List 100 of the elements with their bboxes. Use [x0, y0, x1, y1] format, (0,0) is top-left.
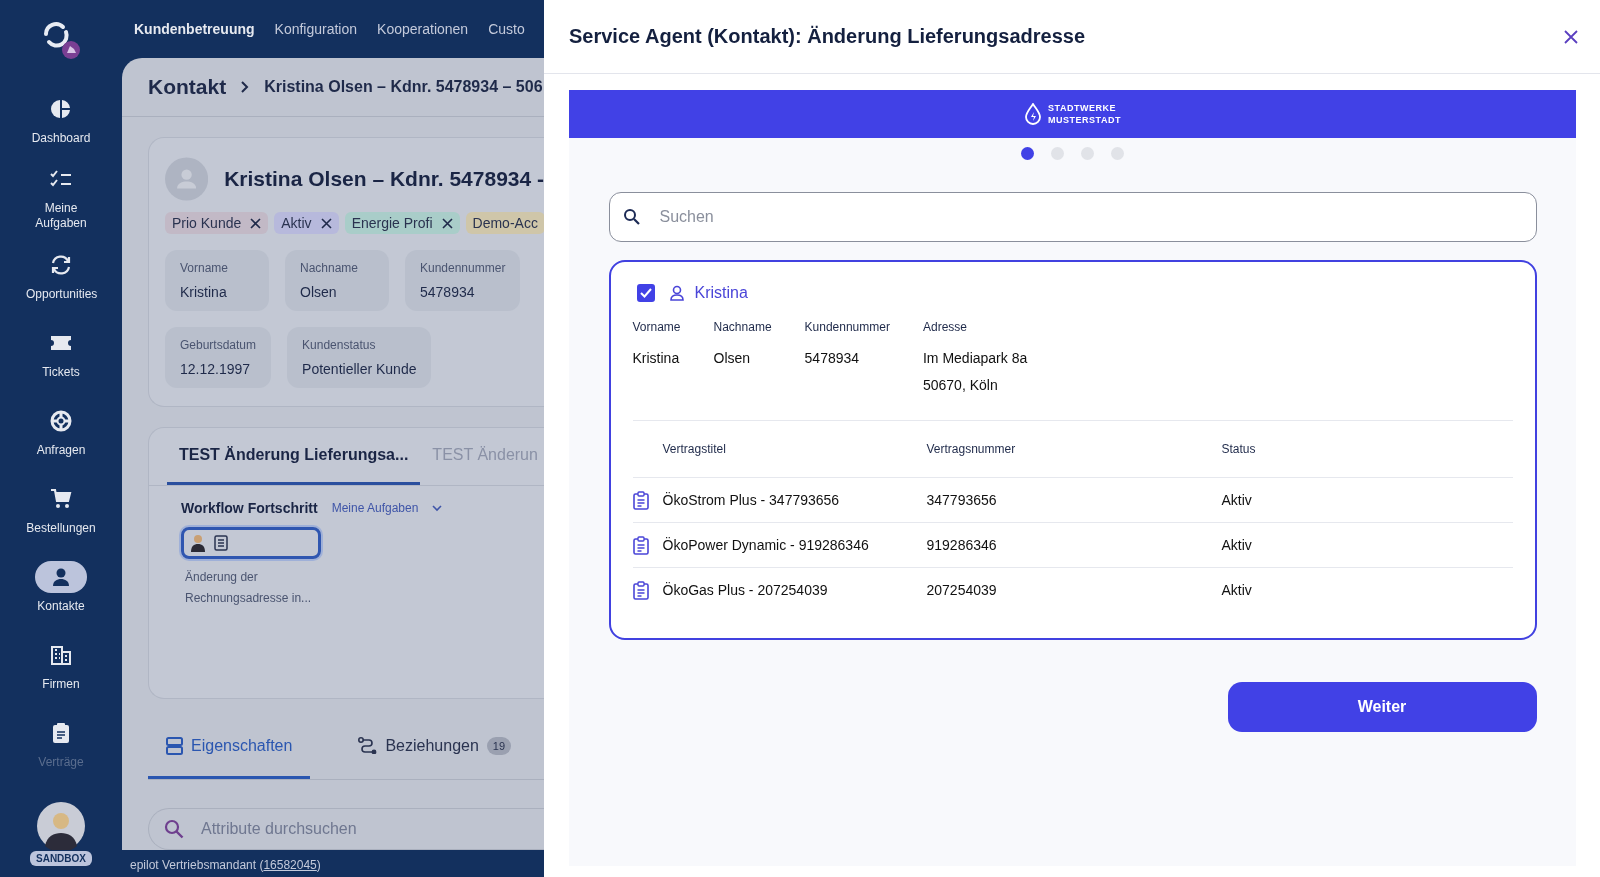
- next-button[interactable]: Weiter: [1227, 682, 1537, 732]
- tenant-id-link[interactable]: 16582045: [263, 858, 317, 872]
- attribute-field[interactable]: Nachname Olsen: [285, 250, 389, 311]
- table-cell-text: 207254039: [926, 582, 998, 598]
- brand-name: STADTWERKE MUSTERSTADT: [1048, 102, 1121, 126]
- close-icon[interactable]: [441, 217, 453, 229]
- step-description: Änderung der Rechnungsadresse in...: [185, 569, 313, 607]
- avatar[interactable]: [37, 802, 85, 850]
- field-value: Im Mediapark 8a: [922, 350, 1028, 368]
- close-icon[interactable]: [320, 217, 332, 229]
- relation-icon: [358, 737, 378, 754]
- detail-tab[interactable]: Beziehungen 19: [340, 715, 530, 779]
- filter-dropdown[interactable]: Meine Aufgaben: [331, 501, 443, 515]
- pie-chart-icon: [51, 98, 71, 119]
- field-label: Kundenstatus: [302, 338, 377, 352]
- table-cell-text: ÖkoGas Plus - 207254039: [662, 582, 829, 598]
- nav-tab[interactable]: Konfiguration: [274, 21, 358, 37]
- sidebar-item[interactable]: Bestellungen: [11, 470, 111, 548]
- breadcrumb-current: Kristina Olsen – Kdnr. 5478934 – 506: [264, 78, 543, 96]
- attribute-search-field[interactable]: Attribute durchsuchen: [148, 808, 544, 850]
- chevron-icon: [240, 81, 251, 93]
- tag-label: Demo-Acc: [472, 215, 538, 231]
- clipboard-icon: [632, 490, 649, 510]
- attribute-field[interactable]: Vorname Kristina: [165, 250, 269, 311]
- list-icon: [166, 736, 183, 755]
- field-label: Nachname: [713, 320, 772, 336]
- drop-bolt-icon: [1024, 103, 1043, 125]
- table-cell-text: Aktiv: [1221, 582, 1253, 598]
- attribute-field[interactable]: Kundennummer 5478934: [405, 250, 521, 311]
- sandbox-badge: SANDBOX: [30, 851, 92, 866]
- column-header: Vertragsnummer: [926, 442, 1017, 456]
- caret-icon: [432, 504, 443, 512]
- nav-tab[interactable]: Kooperationen: [377, 21, 469, 37]
- sidebar-item[interactable]: Meine Aufgaben: [11, 158, 111, 236]
- field-value: 5478934: [804, 350, 861, 368]
- contact-result-card[interactable]: [608, 260, 1537, 640]
- count-badge: 19: [486, 736, 512, 755]
- column-header: Status: [1221, 442, 1257, 456]
- avatar-placeholder-icon: [165, 154, 209, 204]
- search-icon: [622, 208, 641, 226]
- sidebar-item[interactable]: Tickets: [11, 314, 111, 392]
- tag-label: Aktiv: [281, 215, 312, 231]
- attribute-field[interactable]: Kundenstatus Potentieller Kunde: [287, 327, 432, 388]
- field-value: 5478934: [420, 284, 476, 300]
- checklist-icon: [50, 170, 72, 188]
- sidebar-item[interactable]: Dashboard: [11, 80, 111, 158]
- workflow-tab[interactable]: TEST Änderung Lieferungsa...: [167, 428, 421, 485]
- field-value: Kristina: [632, 350, 681, 368]
- search-icon: [164, 819, 184, 839]
- document-icon: [214, 535, 228, 551]
- breadcrumb-link[interactable]: Kontakt: [148, 75, 227, 99]
- table-cell-text: 919286346: [926, 537, 998, 553]
- sidebar-item[interactable]: Opportunities: [11, 236, 111, 314]
- nav-tab[interactable]: Kundenbetreuung: [134, 21, 255, 37]
- close-icon[interactable]: [250, 217, 262, 229]
- field-label: Kundennummer: [804, 320, 890, 336]
- step-dot[interactable]: [1021, 147, 1034, 160]
- table-cell-text: Aktiv: [1221, 537, 1253, 553]
- table-cell-text: ÖkoStrom Plus - 347793656: [662, 492, 841, 508]
- person-icon: [190, 534, 206, 552]
- field-label: Nachname: [300, 261, 360, 275]
- refresh-icon: [50, 254, 72, 275]
- contact-title: Kristina Olsen – Kdnr. 5478934 -: [224, 167, 544, 191]
- tag-label: Prio Kunde: [172, 215, 242, 231]
- table-cell-text: ÖkoPower Dynamic - 919286346: [662, 537, 870, 553]
- clipboard-icon: [632, 580, 649, 600]
- ticket-icon: [50, 334, 72, 351]
- section-heading: Workflow Fortschritt: [181, 500, 318, 516]
- close-icon[interactable]: [1564, 29, 1578, 44]
- person-icon: [668, 285, 685, 301]
- field-value: Potentieller Kunde: [302, 361, 417, 377]
- field-value: Olsen: [300, 284, 338, 300]
- person-icon: [51, 566, 71, 587]
- modal-title: Service Agent (Kontakt): Änderung Lieferungsadresse: [569, 25, 1086, 48]
- tenant-info: epilot Vertriebsmandant (16582045): [130, 858, 321, 872]
- table-cell-text: 347793656: [926, 492, 998, 508]
- checkmark-icon: [639, 288, 652, 298]
- field-label: Vorname: [180, 261, 230, 275]
- field-label: Adresse: [922, 320, 968, 336]
- search-field[interactable]: Suchen: [608, 192, 1537, 242]
- sidebar-item[interactable]: Anfragen: [11, 392, 111, 470]
- field-value: Kristina: [180, 284, 228, 300]
- field-value: 50670, Köln: [922, 377, 999, 395]
- lifebuoy-icon: [50, 409, 72, 432]
- field-label: Vorname: [632, 320, 681, 336]
- sidebar-item[interactable]: Firmen: [11, 626, 111, 704]
- workflow-step[interactable]: [181, 527, 321, 559]
- checkbox[interactable]: [636, 284, 655, 302]
- sidebar-item[interactable]: Kontakte: [11, 548, 111, 626]
- attribute-field[interactable]: Geburtsdatum 12.12.1997: [165, 327, 272, 388]
- nav-tab[interactable]: Custo: [488, 21, 525, 37]
- contact-name: Kristina: [694, 284, 748, 302]
- field-value: Olsen: [713, 350, 752, 368]
- clipboard-icon: [51, 721, 71, 744]
- detail-tab[interactable]: Eigenschaften: [148, 715, 311, 779]
- column-header: Vertragstitel: [662, 442, 727, 456]
- field-label: Kundennummer: [420, 261, 506, 275]
- clipboard-icon: [632, 535, 649, 555]
- cart-icon: [50, 487, 72, 510]
- table-cell-text: Aktiv: [1221, 492, 1253, 508]
